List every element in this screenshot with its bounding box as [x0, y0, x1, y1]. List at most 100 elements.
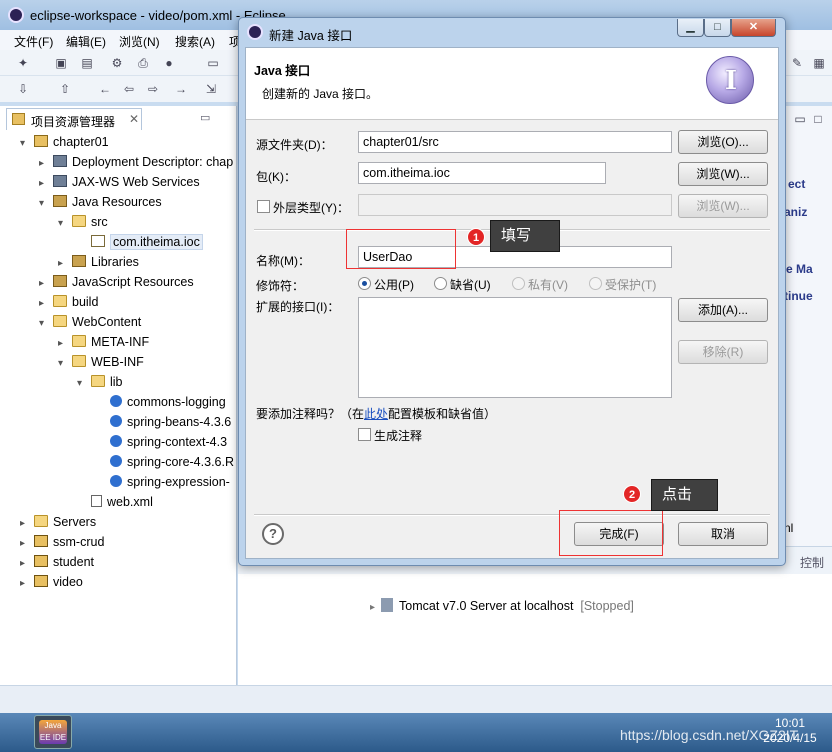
modifier-default-label: 缺省(U)	[450, 278, 491, 292]
tree-item[interactable]: ▸ JAX-WS Web Services	[39, 172, 200, 192]
maximize-button[interactable]: □	[704, 19, 731, 37]
project-icon	[34, 135, 48, 147]
menu-edit[interactable]: 编辑(E)	[66, 33, 106, 50]
tree-item[interactable]: ▾ chapter01	[20, 132, 109, 152]
expand-arrow-icon[interactable]: ▸	[58, 254, 70, 274]
next-annotation-icon[interactable]: ⇩	[16, 82, 30, 96]
close-button[interactable]: ✕	[731, 19, 776, 37]
minimize-icon[interactable]: ▭	[793, 112, 807, 126]
generate-comments-checkbox[interactable]	[358, 428, 371, 441]
remove-interface-button[interactable]: 移除(R)	[678, 340, 768, 364]
back-icon[interactable]: ←	[98, 82, 112, 96]
expand-arrow-icon[interactable]: ▸	[39, 274, 51, 294]
enclosing-type-checkbox[interactable]	[257, 200, 270, 213]
tomcat-server-entry[interactable]: ▸ Tomcat v7.0 Server at localhost [Stoppe…	[370, 598, 634, 613]
tree-item[interactable]: com.itheima.ioc	[77, 232, 203, 252]
pin-icon[interactable]: ⇲	[204, 82, 218, 96]
extended-interfaces-list[interactable]	[358, 297, 672, 398]
tree-item[interactable]: ▸ JavaScript Resources	[39, 272, 194, 292]
dialog-title: 新建 Java 接口	[269, 29, 353, 43]
menu-file[interactable]: 文件(F)	[14, 33, 53, 50]
modifier-public-radio[interactable]	[358, 277, 371, 290]
tree-item[interactable]: web.xml	[77, 492, 153, 512]
tree-item[interactable]: ▾ src	[58, 212, 108, 232]
expand-arrow-icon[interactable]: ▸	[58, 334, 70, 354]
modifier-protected-radio[interactable]	[589, 277, 602, 290]
build-icon[interactable]: ⚙	[110, 56, 124, 70]
source-folder-input[interactable]: chapter01/src	[358, 131, 672, 153]
collapse-arrow-icon[interactable]: ▾	[39, 314, 51, 334]
expand-arrow-icon[interactable]: ▸	[39, 154, 51, 174]
collapse-arrow-icon[interactable]: ▾	[39, 194, 51, 214]
tree-item[interactable]: ▸ student	[20, 552, 94, 572]
collapse-arrow-icon[interactable]: ▾	[58, 214, 70, 234]
run-icon[interactable]: ●	[162, 56, 176, 70]
menu-search[interactable]: 搜索(A)	[175, 33, 215, 50]
tree-item[interactable]: spring-core-4.3.6.R	[96, 452, 234, 472]
system-clock[interactable]: 10:01 2020/4/15	[760, 716, 820, 746]
tree-item[interactable]: ▾ WEB-INF	[58, 352, 144, 372]
tree-item[interactable]: ▸ ssm-crud	[20, 532, 104, 552]
javaee-perspective-icon[interactable]: ▦	[812, 56, 826, 70]
prev-annotation-icon[interactable]: ⇧	[58, 82, 72, 96]
help-icon[interactable]: ?	[262, 523, 284, 545]
add-interface-button[interactable]: 添加(A)...	[678, 298, 768, 322]
tree-item[interactable]: ▸ build	[39, 292, 98, 312]
tree-item[interactable]: spring-beans-4.3.6	[96, 412, 231, 432]
tree-item[interactable]: ▾ Java Resources	[39, 192, 162, 212]
project-explorer-tab[interactable]: 项目资源管理器 ✕	[6, 108, 142, 130]
browse-enclosing-button[interactable]: 浏览(W)...	[678, 194, 768, 218]
tree-item[interactable]: ▾ WebContent	[39, 312, 141, 332]
tree-item-label: build	[72, 295, 99, 309]
tree-item[interactable]: ▸ Servers	[20, 512, 96, 532]
tree-item[interactable]: spring-context-4.3	[96, 432, 227, 452]
expand-arrow-icon[interactable]: ▸	[20, 574, 32, 594]
collapse-arrow-icon[interactable]: ▾	[77, 374, 89, 394]
save-all-icon[interactable]: ▤	[80, 56, 94, 70]
console-tab[interactable]: 控制	[800, 554, 824, 571]
tree-item[interactable]: ▸ video	[20, 572, 83, 592]
tree-item[interactable]: spring-expression-	[96, 472, 230, 492]
browse-package-button[interactable]: 浏览(W)...	[678, 162, 768, 186]
print-icon[interactable]: ⎙	[136, 56, 150, 70]
expand-arrow-icon[interactable]: ▸	[39, 294, 51, 314]
save-icon[interactable]: ▣	[54, 56, 68, 70]
tree-item-label: Java Resources	[72, 195, 162, 209]
expand-arrow-icon[interactable]: ▸	[20, 554, 32, 574]
tree-item[interactable]: ▾ lib	[77, 372, 123, 392]
dialog-title-bar[interactable]: 新建 Java 接口 ▁ □ ✕	[239, 18, 785, 47]
folder-icon	[91, 375, 105, 387]
close-icon[interactable]: ✕	[129, 112, 139, 126]
tree-item[interactable]: ▸ Deployment Descriptor: chap	[39, 152, 233, 172]
expand-arrow-icon[interactable]: ▸	[370, 602, 375, 613]
fragment-b: aniz	[784, 205, 808, 219]
new-icon[interactable]: ✦	[16, 56, 30, 70]
expand-arrow-icon[interactable]: ▸	[20, 534, 32, 554]
js-resources-icon	[53, 275, 67, 287]
modifier-private-radio[interactable]	[512, 277, 525, 290]
enclosing-type-input[interactable]	[358, 194, 672, 216]
perspective-icon[interactable]: ✎	[790, 56, 804, 70]
forward-dropdown-icon[interactable]: →	[174, 82, 188, 96]
menu-navigate[interactable]: 浏览(N)	[119, 33, 160, 50]
configure-templates-link[interactable]: 此处	[364, 407, 388, 421]
tree-item[interactable]: commons-logging	[96, 392, 226, 412]
minimize-button[interactable]: ▁	[677, 19, 704, 37]
collapse-all-icon[interactable]: ▭	[200, 111, 210, 124]
expand-arrow-icon[interactable]: ▸	[39, 174, 51, 194]
browse-source-button[interactable]: 浏览(O)...	[678, 130, 768, 154]
collapse-arrow-icon[interactable]: ▾	[20, 134, 32, 154]
back-dropdown-icon[interactable]: ⇦	[122, 82, 136, 96]
maximize-icon[interactable]: □	[811, 112, 825, 126]
forward-icon[interactable]: ⇨	[146, 82, 160, 96]
cancel-button[interactable]: 取消	[678, 522, 768, 546]
modifier-default-radio[interactable]	[434, 277, 447, 290]
package-input[interactable]: com.itheima.ioc	[358, 162, 606, 184]
tree-item[interactable]: ▸ META-INF	[58, 332, 149, 352]
project-explorer-title: 项目资源管理器	[31, 115, 116, 129]
expand-arrow-icon[interactable]: ▸	[20, 514, 32, 534]
collapse-arrow-icon[interactable]: ▾	[58, 354, 70, 374]
tree-item[interactable]: ▸ Libraries	[58, 252, 139, 272]
taskbar-eclipse-app[interactable]: Java EE IDE	[34, 715, 72, 749]
console-icon[interactable]: ▭	[206, 56, 220, 70]
